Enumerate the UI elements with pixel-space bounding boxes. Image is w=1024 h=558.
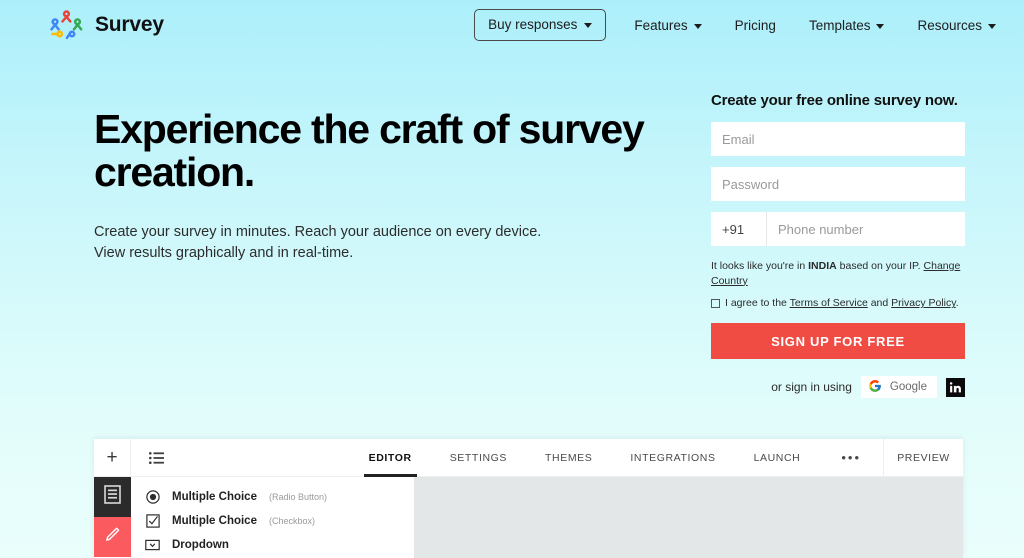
nav-label: Pricing — [734, 17, 776, 33]
caret-down-icon — [584, 23, 593, 28]
hero-subtext: Create your survey in minutes. Reach you… — [94, 224, 542, 262]
caret-down-icon — [876, 23, 885, 29]
ip-note-prefix: It looks like you're in — [711, 260, 809, 272]
rail-item-form[interactable] — [94, 477, 131, 517]
pencil-icon — [104, 526, 121, 549]
hero-headline: Experience the craft of survey creation. — [94, 106, 645, 196]
hero-section: Experience the craft of survey creation.… — [94, 106, 654, 264]
preview-button[interactable]: PREVIEW — [883, 439, 963, 476]
signup-title: Create your free online survey now. — [711, 92, 958, 109]
editor-side-rail — [94, 477, 131, 558]
question-type-radio[interactable]: Multiple Choice (Radio Button) — [131, 485, 414, 509]
sign-up-button[interactable]: SIGN UP FOR FREE — [711, 323, 965, 360]
email-field[interactable] — [711, 122, 965, 156]
main-navigation: Buy responses Features Pricing Templates… — [474, 0, 1024, 50]
google-label: Google — [889, 381, 927, 394]
social-signin-label: or sign in using — [771, 380, 852, 395]
password-field[interactable] — [711, 167, 965, 201]
overflow-menu-button[interactable]: ••• — [819, 439, 883, 476]
caret-down-icon — [693, 23, 702, 29]
editor-toolbar: + EDITOR SETTINGS THEMES INTEGRATIONS LA… — [94, 439, 963, 477]
privacy-policy-link[interactable]: Privacy Policy — [891, 297, 956, 309]
brand-logo[interactable]: Survey — [46, 8, 164, 42]
nav-label: Resources — [917, 17, 982, 33]
list-icon[interactable] — [131, 439, 181, 476]
checkbox-icon — [145, 514, 160, 529]
editor-canvas[interactable] — [414, 477, 963, 558]
terms-agreement: I agree to the Terms of Service and Priv… — [711, 297, 965, 309]
tab-launch[interactable]: LAUNCH — [735, 439, 820, 476]
ip-country: INDIA — [808, 260, 837, 272]
phone-row: +91 — [711, 212, 965, 246]
google-g-icon — [868, 379, 882, 396]
terms-checkbox[interactable] — [711, 298, 720, 308]
nav-item-features[interactable]: Features — [634, 12, 702, 39]
survey-editor-panel: + EDITOR SETTINGS THEMES INTEGRATIONS LA… — [94, 439, 963, 558]
editor-body: Multiple Choice (Radio Button) Multiple … — [94, 477, 963, 558]
linkedin-signin-button[interactable] — [946, 377, 965, 397]
editor-tabs: EDITOR SETTINGS THEMES INTEGRATIONS LAUN… — [181, 439, 883, 477]
radio-button-icon — [145, 490, 160, 505]
social-signin-row: or sign in using Google — [711, 376, 965, 399]
question-type-sublabel: (Radio Button) — [268, 492, 328, 502]
phone-field[interactable] — [767, 212, 965, 246]
google-signin-button[interactable]: Google — [860, 376, 937, 399]
terms-of-service-link[interactable]: Terms of Service — [790, 297, 868, 309]
tab-themes[interactable]: THEMES — [526, 439, 611, 476]
dropdown-icon — [145, 538, 160, 553]
nav-label: Features — [634, 17, 688, 33]
buy-responses-button[interactable]: Buy responses — [474, 9, 607, 41]
rail-item-design[interactable] — [94, 517, 131, 557]
add-question-button[interactable]: + — [94, 439, 131, 476]
country-code-select[interactable]: +91 — [711, 212, 767, 246]
question-type-checkbox[interactable]: Multiple Choice (Checkbox) — [131, 509, 414, 533]
question-type-label: Dropdown — [172, 539, 229, 551]
nav-item-pricing[interactable]: Pricing — [735, 12, 776, 39]
signup-form: Create your free online survey now. +91 … — [711, 92, 965, 399]
question-type-dropdown[interactable]: Dropdown — [131, 533, 414, 557]
form-document-icon — [104, 485, 121, 509]
tab-editor[interactable]: EDITOR — [350, 439, 431, 477]
question-type-label: Multiple Choice — [172, 491, 257, 503]
terms-suffix: . — [955, 297, 959, 310]
people-circle-logo-icon — [46, 8, 86, 42]
linkedin-icon — [949, 381, 962, 394]
terms-middle: and — [867, 297, 892, 310]
terms-text: I agree to the Terms of Service and Priv… — [725, 297, 959, 309]
ip-location-note: It looks like you're in INDIA based on y… — [711, 259, 965, 288]
site-header: Survey Buy responses Features Pricing Te… — [0, 0, 1024, 50]
buy-responses-label: Buy responses — [488, 17, 578, 32]
nav-label: Templates — [808, 17, 871, 33]
question-type-list: Multiple Choice (Radio Button) Multiple … — [131, 477, 414, 558]
caret-down-icon — [988, 23, 996, 29]
brand-name: Survey — [95, 13, 164, 36]
tab-settings[interactable]: SETTINGS — [431, 439, 526, 476]
nav-item-templates[interactable]: Templates — [809, 12, 885, 39]
ip-note-suffix: based on your IP. — [836, 260, 924, 272]
terms-prefix: I agree to the — [725, 297, 790, 310]
tab-integrations[interactable]: INTEGRATIONS — [611, 439, 734, 476]
question-type-sublabel: (Checkbox) — [268, 516, 315, 526]
nav-item-resources[interactable]: Resources — [917, 12, 996, 39]
question-type-label: Multiple Choice — [172, 515, 257, 527]
